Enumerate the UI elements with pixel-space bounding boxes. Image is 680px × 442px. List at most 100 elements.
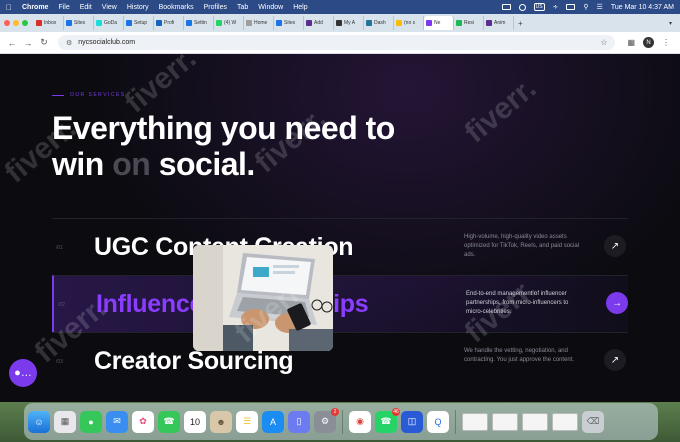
tab-title: My A	[344, 20, 356, 26]
service-description: End-to-end management of influencer part…	[466, 291, 569, 315]
trash-icon[interactable]: ⌫	[582, 410, 604, 433]
contacts-icon[interactable]: ☻	[210, 410, 232, 433]
browser-toolbar: ← → ↻ ⚙ nycsocialclub.com ☆ ▦ N ⋮	[0, 32, 680, 54]
finder-icon[interactable]: ☺	[28, 410, 50, 433]
headline-word-win: win	[52, 146, 113, 182]
keyboard-input-badge[interactable]: US	[533, 3, 545, 11]
tab-favicon-icon	[186, 20, 192, 26]
macos-menubar:  Chrome File Edit View History Bookmark…	[0, 0, 680, 14]
menu-edit[interactable]: Edit	[80, 4, 92, 11]
launchpad-icon[interactable]: ▦	[54, 410, 76, 433]
tab-title: Inbox	[44, 20, 57, 26]
minimized-window-thumbnail[interactable]	[552, 412, 578, 431]
search-icon[interactable]: ⚲	[583, 3, 588, 11]
zoom-window-button[interactable]	[22, 20, 28, 26]
minimized-window-thumbnail[interactable]	[522, 412, 548, 431]
browser-tab[interactable]: Anim	[484, 16, 514, 30]
browser-tab[interactable]: (4) W	[214, 16, 244, 30]
minimized-window-thumbnail[interactable]	[492, 412, 518, 431]
forward-arrow-icon[interactable]: →	[22, 38, 34, 48]
menu-help[interactable]: Help	[293, 4, 307, 11]
bookmark-star-icon[interactable]: ☆	[600, 38, 607, 47]
chrome-menu-icon[interactable]: ⋮	[662, 38, 670, 47]
close-window-button[interactable]	[4, 20, 10, 26]
app-store-icon[interactable]: A	[262, 410, 284, 433]
notes-icon[interactable]: ☰	[236, 410, 258, 433]
simulator-icon[interactable]: ▯	[288, 410, 310, 433]
browser-tab[interactable]: Inbox	[34, 16, 64, 30]
wifi-icon[interactable]: ∻	[553, 3, 559, 11]
menu-tab[interactable]: Tab	[237, 4, 248, 11]
service-row-sourcing[interactable]: /03 Creator Sourcing We handle the vetti…	[52, 332, 628, 389]
browser-tab[interactable]: Add	[304, 16, 334, 30]
headline-line-2: win on social.	[52, 146, 395, 182]
messages-icon[interactable]: ●	[80, 410, 102, 433]
arrow-up-right-icon[interactable]: ↗	[604, 349, 626, 371]
back-arrow-icon[interactable]: ←	[6, 38, 18, 48]
tab-search-chevron-icon[interactable]: ▾	[669, 20, 672, 27]
browser-tab[interactable]: Profi	[154, 16, 184, 30]
calendar-icon[interactable]: 10	[184, 410, 206, 433]
menubar-clock[interactable]: Tue Mar 10 4:37 AM	[611, 4, 674, 11]
control-center-icon[interactable]: ☰	[597, 3, 603, 11]
service-number: /03	[56, 359, 63, 365]
browser-tab[interactable]: Resi	[454, 16, 484, 30]
database-app-icon[interactable]: ◫	[401, 410, 423, 433]
photos-icon[interactable]: ✿	[132, 410, 154, 433]
tab-favicon-icon	[246, 20, 252, 26]
service-row-influencer[interactable]: /02 Influencer Partnerships End-to-end m…	[52, 275, 628, 332]
menu-view[interactable]: View	[102, 4, 117, 11]
arrow-up-right-icon[interactable]: ↗	[604, 235, 626, 257]
browser-tab[interactable]: My A	[334, 16, 364, 30]
menu-profiles[interactable]: Profiles	[204, 4, 227, 11]
menu-app-name[interactable]: Chrome	[22, 4, 48, 11]
menu-bookmarks[interactable]: Bookmarks	[159, 4, 194, 11]
whatsapp-badge: 46	[392, 407, 400, 416]
browser-tab[interactable]: Ne	[424, 16, 454, 30]
address-bar[interactable]: ⚙ nycsocialclub.com ☆	[58, 35, 616, 50]
service-row-ugc[interactable]: /01 UGC Content Creation High-volume, hi…	[52, 218, 628, 275]
minimized-window-thumbnail[interactable]	[462, 412, 488, 431]
address-url[interactable]: nycsocialclub.com	[78, 39, 135, 46]
dock-separator	[342, 409, 343, 434]
service-title[interactable]: Creator Sourcing	[94, 347, 294, 376]
extensions-puzzle-icon[interactable]: ▦	[627, 38, 635, 47]
menu-window[interactable]: Window	[258, 4, 283, 11]
display-icon[interactable]	[501, 4, 511, 10]
browser-tab[interactable]: Sites	[64, 16, 94, 30]
tab-title: Sites	[74, 20, 86, 26]
tab-favicon-icon	[36, 20, 42, 26]
tab-title: Resi	[464, 20, 475, 26]
browser-tab[interactable]: (no s	[394, 16, 424, 30]
system-settings-icon[interactable]: ⚙ 2	[314, 407, 339, 433]
browser-tab[interactable]: Sites	[274, 16, 304, 30]
service-number: /02	[58, 302, 65, 308]
quick-assist-icon[interactable]: Q	[427, 410, 449, 433]
battery-icon[interactable]	[566, 4, 576, 10]
service-preview-image	[193, 245, 333, 351]
site-info-icon[interactable]: ⚙	[66, 39, 72, 47]
menu-file[interactable]: File	[58, 4, 69, 11]
minimize-window-button[interactable]	[13, 20, 19, 26]
new-tab-button[interactable]: +	[518, 19, 523, 28]
settings-badge: 2	[331, 407, 339, 416]
menu-history[interactable]: History	[127, 4, 149, 11]
service-number: /01	[56, 245, 63, 251]
browser-tab[interactable]: Setup	[124, 16, 154, 30]
facetime-icon[interactable]: ☎	[158, 410, 180, 433]
reload-icon[interactable]: ↻	[38, 37, 50, 48]
apple-icon[interactable]: 	[6, 3, 12, 12]
chrome-icon[interactable]: ◉	[349, 410, 371, 433]
arrow-right-icon[interactable]: →	[606, 292, 628, 314]
macos-dock: ☺ ▦ ● ✉ ✿ ☎ 10 ☻ ☰ A ▯ ⚙ 2 ◉ ☎ 46 ◫ Q ⌫	[24, 403, 658, 440]
browser-tab[interactable]: GoDa	[94, 16, 124, 30]
mail-icon[interactable]: ✉	[106, 410, 128, 433]
tab-title: Ne	[434, 20, 441, 26]
browser-tab[interactable]: Home	[244, 16, 274, 30]
chat-widget-icon[interactable]: ●…	[9, 359, 37, 387]
profile-avatar[interactable]: N	[643, 37, 654, 48]
browser-tab[interactable]: Dash	[364, 16, 394, 30]
browser-tab[interactable]: Settin	[184, 16, 214, 30]
record-icon[interactable]	[518, 3, 526, 11]
whatsapp-icon[interactable]: ☎ 46	[375, 407, 400, 433]
